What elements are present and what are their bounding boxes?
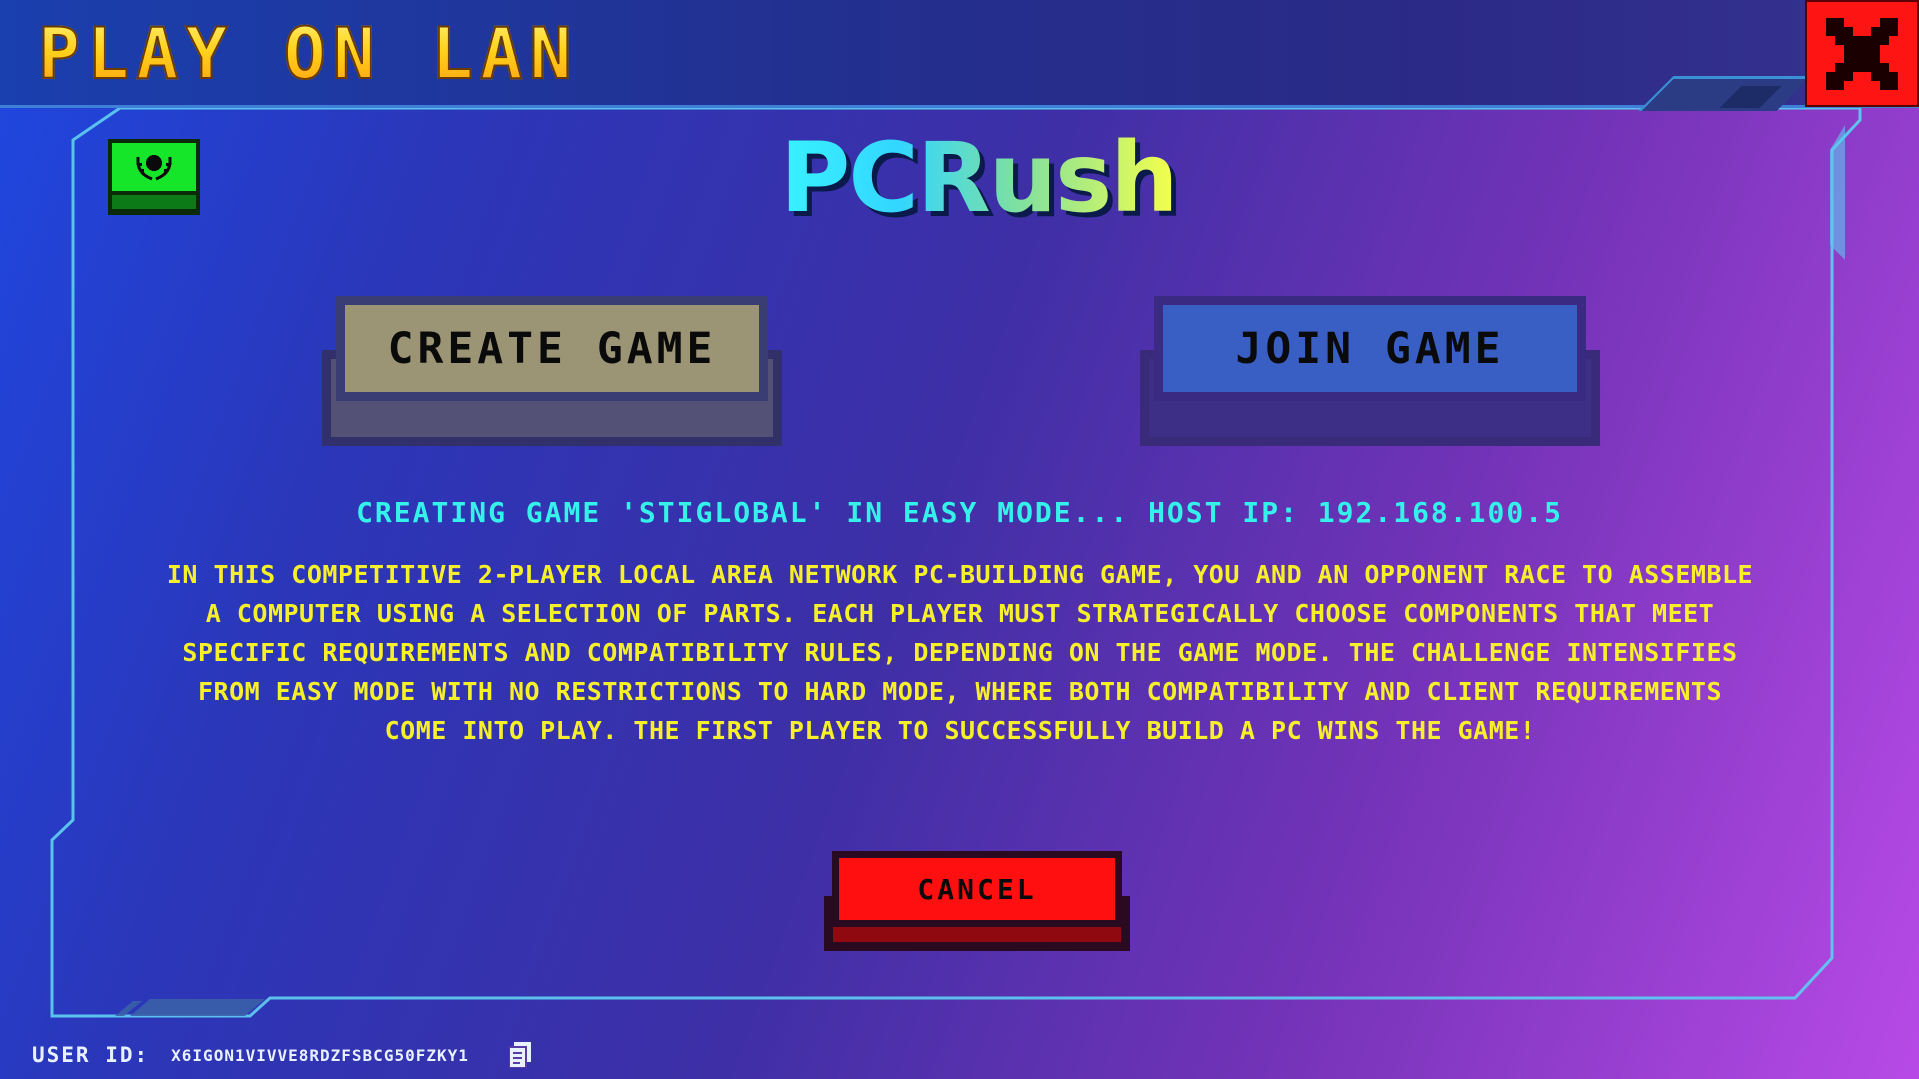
title-bar: Play on LAN (0, 0, 1919, 111)
server-laurel-icon[interactable] (108, 139, 200, 215)
title-bar-decoration (1638, 76, 1812, 111)
user-id-label: User ID: (32, 1043, 150, 1067)
game-logo: PCRush (780, 122, 1179, 234)
create-game-button-label: Create Game (336, 296, 768, 401)
host-status-text: Creating game 'STIGLOBAL' in Easy mode..… (356, 496, 1563, 529)
join-game-button-label: Join Game (1154, 296, 1586, 401)
close-x-icon (1826, 17, 1898, 90)
join-game-button[interactable]: Join Game (1140, 296, 1600, 446)
cancel-button[interactable]: Cancel (824, 851, 1130, 951)
game-description: In this competitive 2-player Local Area … (166, 560, 1754, 745)
user-id-value[interactable]: X6IGoN1VIVVE8RDZFSBCG50FZKY1 (171, 1046, 469, 1065)
cancel-button-label: Cancel (832, 851, 1122, 927)
window-title: Play on LAN (37, 13, 579, 95)
user-id-footer: User ID: X6IGoN1VIVVE8RDZFSBCG50FZKY1 (32, 1040, 531, 1070)
close-button[interactable] (1805, 0, 1919, 107)
create-game-button[interactable]: Create Game (322, 296, 782, 446)
copy-clipboard-icon[interactable] (507, 1042, 531, 1069)
